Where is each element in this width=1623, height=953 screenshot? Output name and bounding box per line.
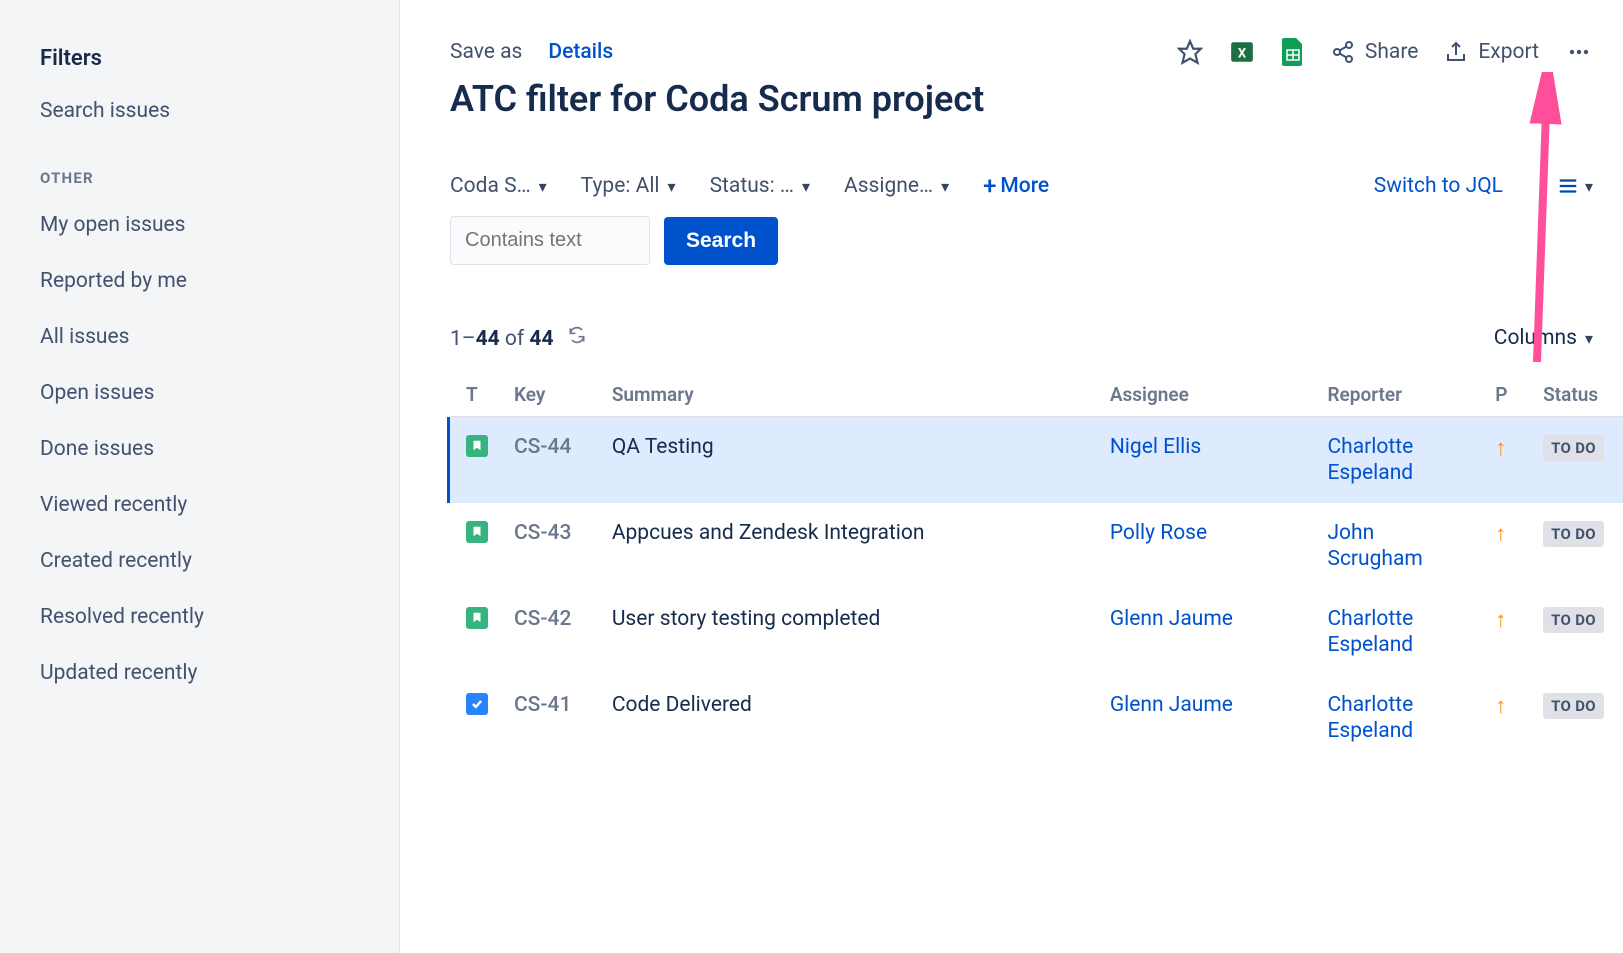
- priority-icon: ↑: [1495, 693, 1525, 719]
- share-button[interactable]: Share: [1331, 40, 1419, 64]
- assignee-dropdown[interactable]: Assigne… ▾: [844, 174, 949, 198]
- issue-assignee[interactable]: Nigel Ellis: [1110, 435, 1310, 459]
- issue-key[interactable]: CS-41: [514, 693, 594, 717]
- status-badge[interactable]: TO DO: [1543, 693, 1604, 719]
- chevron-down-icon: ▾: [802, 177, 810, 196]
- issue-summary[interactable]: Code Delivered: [612, 693, 1092, 717]
- share-label: Share: [1365, 40, 1419, 64]
- page-title: ATC filter for Coda Scrum project: [450, 78, 1623, 120]
- chevron-down-icon: ▾: [1585, 329, 1593, 348]
- details-button[interactable]: Details: [548, 40, 613, 64]
- priority-icon: ↑: [1495, 607, 1525, 633]
- issue-key[interactable]: CS-43: [514, 521, 594, 545]
- sidebar-item-my-open-issues[interactable]: My open issues: [0, 197, 399, 253]
- search-row: Search: [450, 216, 1623, 265]
- issue-type-icon: [466, 693, 488, 715]
- sidebar-item-updated-recently[interactable]: Updated recently: [0, 645, 399, 701]
- save-as-button[interactable]: Save as: [450, 40, 522, 64]
- issue-type-icon: [466, 521, 488, 543]
- results-meta: 1–44 of 44 Columns ▾: [450, 325, 1623, 351]
- sidebar-section-other: OTHER: [0, 139, 399, 197]
- main-content: Save as Details X Share Export ATC filte…: [400, 0, 1623, 953]
- export-label: Export: [1478, 40, 1539, 64]
- issue-summary[interactable]: Appcues and Zendesk Integration: [612, 521, 1092, 545]
- issue-reporter[interactable]: CharlotteEspeland: [1327, 607, 1477, 657]
- table-row[interactable]: CS-43 Appcues and Zendesk Integration Poll…: [450, 503, 1623, 589]
- type-dropdown[interactable]: Type: All ▾: [581, 174, 676, 198]
- sidebar-item-viewed-recently[interactable]: Viewed recently: [0, 477, 399, 533]
- sidebar-item-created-recently[interactable]: Created recently: [0, 533, 399, 589]
- col-header-status[interactable]: Status: [1543, 383, 1623, 406]
- col-header-reporter[interactable]: Reporter: [1327, 383, 1477, 406]
- priority-icon: ↑: [1495, 435, 1525, 461]
- export-button[interactable]: Export: [1444, 40, 1539, 64]
- filter-header-row: Save as Details X Share Export: [450, 38, 1623, 66]
- issue-reporter[interactable]: CharlotteEspeland: [1327, 435, 1477, 485]
- issue-assignee[interactable]: Glenn Jaume: [1110, 693, 1310, 717]
- sidebar-item-search-issues[interactable]: Search issues: [0, 83, 399, 139]
- issue-reporter[interactable]: CharlotteEspeland: [1327, 693, 1477, 743]
- columns-button[interactable]: Columns ▾: [1494, 326, 1593, 350]
- search-input[interactable]: [450, 216, 650, 265]
- sidebar-item-all-issues[interactable]: All issues: [0, 309, 399, 365]
- col-header-key[interactable]: Key: [514, 383, 594, 406]
- table-row[interactable]: CS-44 QA Testing Nigel Ellis CharlotteEspel…: [447, 417, 1623, 503]
- status-dropdown[interactable]: Status: … ▾: [710, 174, 810, 198]
- issue-reporter[interactable]: JohnScrugham: [1327, 521, 1477, 571]
- criteria-row: Coda S… ▾ Type: All ▾ Status: … ▾ Assign…: [450, 174, 1623, 198]
- chevron-down-icon: ▾: [941, 177, 949, 196]
- col-header-priority[interactable]: P: [1495, 383, 1525, 406]
- more-actions-icon[interactable]: [1565, 40, 1593, 64]
- issue-summary[interactable]: User story testing completed: [612, 607, 1092, 631]
- sidebar-item-done-issues[interactable]: Done issues: [0, 421, 399, 477]
- excel-export-icon[interactable]: X: [1229, 39, 1255, 65]
- switch-to-jql-button[interactable]: Switch to JQL: [1374, 174, 1503, 198]
- sidebar-item-resolved-recently[interactable]: Resolved recently: [0, 589, 399, 645]
- project-dropdown[interactable]: Coda S… ▾: [450, 174, 547, 198]
- issue-assignee[interactable]: Glenn Jaume: [1110, 607, 1310, 631]
- table-row[interactable]: CS-41 Code Delivered Glenn Jaume CharlotteE…: [450, 675, 1623, 761]
- more-criteria-button[interactable]: + More: [983, 174, 1049, 198]
- chevron-down-icon: ▾: [668, 177, 676, 196]
- priority-icon: ↑: [1495, 521, 1525, 547]
- svg-text:X: X: [1238, 46, 1247, 61]
- sidebar-item-open-issues[interactable]: Open issues: [0, 365, 399, 421]
- filters-sidebar: Filters Search issues OTHER My open issu…: [0, 0, 400, 953]
- chevron-down-icon: ▾: [1585, 177, 1593, 196]
- star-icon[interactable]: [1177, 39, 1203, 65]
- issue-type-icon: [466, 607, 488, 629]
- table-row[interactable]: CS-42 User story testing completed Glenn J…: [450, 589, 1623, 675]
- issue-key[interactable]: CS-42: [514, 607, 594, 631]
- status-badge[interactable]: TO DO: [1543, 521, 1604, 547]
- issues-table: T Key Summary Assignee Reporter P Status…: [450, 373, 1623, 761]
- col-header-type[interactable]: T: [466, 383, 496, 406]
- status-badge[interactable]: TO DO: [1543, 607, 1604, 633]
- sidebar-item-reported-by-me[interactable]: Reported by me: [0, 253, 399, 309]
- col-header-summary[interactable]: Summary: [612, 383, 1092, 406]
- view-switcher[interactable]: ▾: [1557, 175, 1593, 197]
- chevron-down-icon: ▾: [539, 177, 547, 196]
- google-sheets-export-icon[interactable]: [1281, 38, 1305, 66]
- status-badge[interactable]: TO DO: [1543, 435, 1604, 461]
- issue-type-icon: [466, 435, 488, 457]
- issue-key[interactable]: CS-44: [514, 435, 594, 459]
- refresh-icon[interactable]: [567, 327, 587, 351]
- col-header-assignee[interactable]: Assignee: [1110, 383, 1310, 406]
- table-header: T Key Summary Assignee Reporter P Status: [450, 373, 1623, 417]
- search-button[interactable]: Search: [664, 217, 778, 265]
- issue-assignee[interactable]: Polly Rose: [1110, 521, 1310, 545]
- issue-summary[interactable]: QA Testing: [612, 435, 1092, 459]
- sidebar-heading: Filters: [0, 28, 399, 83]
- results-count: 1–44 of 44: [450, 325, 587, 351]
